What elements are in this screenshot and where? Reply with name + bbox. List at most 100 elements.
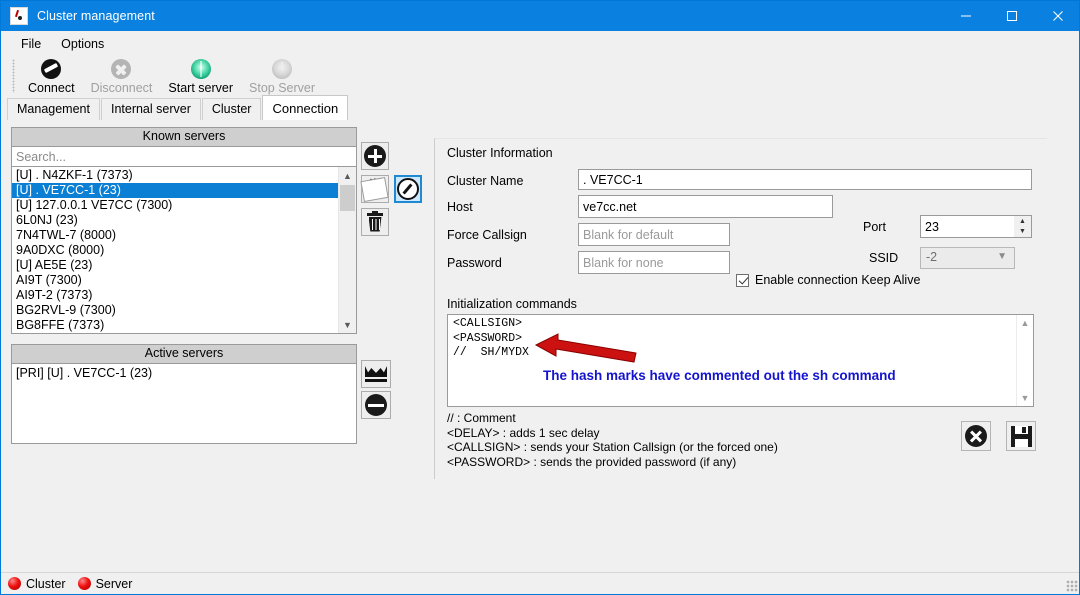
ssid-value: -2 <box>926 250 938 264</box>
toolbar-disconnect-label: Disconnect <box>90 81 153 95</box>
cluster-status-label: Cluster <box>26 576 66 591</box>
new-badge-label: NEW <box>360 176 390 202</box>
scroll-up-icon[interactable]: ▲ <box>339 167 356 184</box>
known-servers-scrollbar[interactable]: ▲ ▼ <box>338 167 356 333</box>
crown-icon <box>365 366 387 382</box>
password-label: Password <box>447 256 502 270</box>
search-input[interactable] <box>11 147 357 167</box>
list-item[interactable]: AI9T (7300) <box>12 273 339 288</box>
menu-bar: File Options <box>1 31 1079 57</box>
scrollbar-thumb[interactable] <box>340 185 355 211</box>
connect-icon <box>40 58 62 80</box>
init-commands-scrollbar[interactable]: ▲ ▼ <box>1016 315 1033 406</box>
host-label: Host <box>447 200 473 214</box>
x-circle-icon <box>965 425 987 447</box>
stop-server-icon <box>271 58 293 80</box>
chevron-down-icon: ▼ <box>997 251 1007 262</box>
panel-title: Cluster Information <box>447 146 553 160</box>
toolbar-disconnect-button[interactable]: Disconnect <box>83 57 161 95</box>
init-scroll-down-icon[interactable]: ▼ <box>1017 390 1033 406</box>
list-item[interactable]: [U] 127.0.0.1 VE7CC (7300) <box>12 198 339 213</box>
maximize-icon[interactable] <box>989 1 1035 31</box>
toolbar-grip[interactable] <box>12 59 15 93</box>
cluster-status-led <box>8 577 21 590</box>
active-servers-list[interactable]: [PRI] [U] . VE7CC-1 (23) <box>11 364 357 444</box>
init-commands-textarea[interactable]: <CALLSIGN> <PASSWORD> // SH/MYDX The has… <box>447 314 1034 407</box>
scroll-down-icon[interactable]: ▼ <box>339 316 356 333</box>
list-item[interactable]: 6L0NJ (23) <box>12 213 339 228</box>
content-area: Known servers [U] . N4ZKF-1 (7373)[U] . … <box>1 120 1079 575</box>
force-callsign-label: Force Callsign <box>447 228 527 242</box>
list-item[interactable]: 7N4TWL-7 (8000) <box>12 228 339 243</box>
toolbar-start-server-label: Start server <box>168 81 234 95</box>
toolbar-start-server-button[interactable]: Start server <box>160 57 241 95</box>
server-status-label: Server <box>95 576 133 591</box>
init-commands-text: <CALLSIGN> <PASSWORD> // SH/MYDX <box>453 317 529 359</box>
resize-grip[interactable] <box>1066 580 1078 592</box>
menu-item-file[interactable]: File <box>11 33 51 55</box>
pencil-circle-icon <box>397 178 419 200</box>
password-input[interactable] <box>578 251 730 274</box>
tab-cluster[interactable]: Cluster <box>201 98 262 120</box>
spin-down-icon[interactable]: ▼ <box>1014 227 1031 238</box>
toolbar-stop-server-label: Stop Server <box>249 81 316 95</box>
app-icon <box>10 7 28 25</box>
tab-connection[interactable]: Connection <box>262 95 349 120</box>
port-spin-buttons[interactable]: ▲ ▼ <box>1014 215 1032 238</box>
keep-alive-checkbox[interactable]: Enable connection Keep Alive <box>736 273 920 287</box>
annotation-text: The hash marks have commented out the sh… <box>543 368 896 383</box>
save-button[interactable] <box>1006 421 1036 451</box>
port-label: Port <box>863 220 886 234</box>
tab-management[interactable]: Management <box>7 98 100 120</box>
port-input[interactable] <box>920 215 1015 238</box>
start-server-icon <box>190 58 212 80</box>
title-bar: Cluster management <box>1 1 1079 31</box>
set-primary-button[interactable] <box>361 360 391 388</box>
spin-up-icon[interactable]: ▲ <box>1014 216 1031 227</box>
new-badge-icon: NEW <box>360 176 390 202</box>
cancel-button[interactable] <box>961 421 991 451</box>
cluster-management-window: Cluster management File Options Connect … <box>0 0 1080 595</box>
list-item[interactable]: [U] . N4ZKF-1 (7373) <box>12 168 339 183</box>
remove-active-button[interactable] <box>361 391 391 419</box>
tab-internal-server[interactable]: Internal server <box>100 98 201 120</box>
server-status-led <box>77 577 91 590</box>
status-bar: Cluster Server <box>1 572 1079 594</box>
active-servers-header: Active servers <box>11 344 357 364</box>
ssid-select[interactable]: -2 ▼ <box>920 247 1015 269</box>
edit-server-button[interactable] <box>394 175 422 203</box>
list-item[interactable]: [U] . VE7CC-1 (23) <box>12 183 339 198</box>
port-stepper[interactable]: ▲ ▼ <box>920 215 1032 238</box>
force-callsign-input[interactable] <box>578 223 730 246</box>
host-input[interactable] <box>578 195 833 218</box>
active-servers-group: Active servers [PRI] [U] . VE7CC-1 (23) <box>11 344 357 444</box>
toolbar-connect-button[interactable]: Connect <box>20 57 83 95</box>
delete-server-button[interactable] <box>361 208 389 236</box>
known-servers-list[interactable]: [U] . N4ZKF-1 (7373) [U] . VE7CC-1 (23) [U… <box>11 167 357 334</box>
ssid-label: SSID <box>869 251 899 265</box>
annotation-arrow-icon <box>534 333 637 363</box>
toolbar: Connect Disconnect Start server Stop Ser… <box>1 57 1079 98</box>
minimize-icon[interactable] <box>943 1 989 31</box>
list-item[interactable]: [PRI] [U] . VE7CC-1 (23) <box>12 366 356 381</box>
list-item[interactable]: AI9T-2 (7373) <box>12 288 339 303</box>
window-controls <box>943 1 1079 31</box>
new-server-button[interactable]: NEW <box>360 175 390 203</box>
add-server-button[interactable] <box>361 142 389 170</box>
init-commands-help: // : Comment <DELAY> : adds 1 sec delay … <box>447 411 778 469</box>
window-title: Cluster management <box>37 9 155 23</box>
list-item[interactable]: 9A0DXC (8000) <box>12 243 339 258</box>
toolbar-stop-server-button[interactable]: Stop Server <box>241 57 323 95</box>
close-icon[interactable] <box>1035 1 1079 31</box>
init-scroll-up-icon[interactable]: ▲ <box>1017 315 1033 331</box>
list-item[interactable]: BG2RVL-9 (7300) <box>12 303 339 318</box>
list-item[interactable]: [U] AE5E (23) <box>12 258 339 273</box>
tab-strip: Management Internal server Cluster Conne… <box>1 95 1079 120</box>
menu-item-options[interactable]: Options <box>51 33 114 55</box>
list-item[interactable]: BG8FFE (7373) <box>12 318 339 333</box>
cluster-name-input[interactable] <box>578 169 1032 190</box>
plus-circle-icon <box>364 145 386 167</box>
minus-circle-icon <box>365 394 387 416</box>
known-servers-header: Known servers <box>11 127 357 147</box>
known-servers-group: Known servers [U] . N4ZKF-1 (7373)[U] . … <box>11 127 357 334</box>
